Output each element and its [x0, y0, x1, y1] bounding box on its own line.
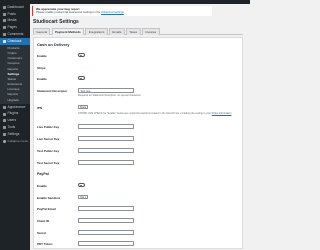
brush-icon — [2, 105, 6, 109]
paypal-secret-label: Secret — [37, 230, 47, 235]
live-secret-key-input[interactable] — [78, 135, 134, 141]
user-icon — [2, 119, 6, 123]
stripe-information-link[interactable]: Stripe Information — [212, 112, 232, 115]
paypal-email-label: PayPal Email — [37, 206, 56, 211]
sidebar-item-comments[interactable]: Comments — [0, 31, 30, 38]
paypal-secret-input[interactable] — [78, 229, 134, 235]
sidebar-item-tools[interactable]: Tools — [0, 124, 30, 131]
test-secret-key-label: Test Secret Key — [37, 160, 60, 165]
stripe-enable-toggle[interactable] — [78, 76, 85, 80]
comment-icon — [2, 33, 6, 37]
collapse-menu-button[interactable]: Collapse menu — [0, 138, 30, 145]
tab-general[interactable]: General — [33, 28, 51, 35]
tab-invoices[interactable]: Invoices — [141, 28, 160, 35]
notice-link[interactable]: Advanced settings — [101, 10, 124, 14]
wrench-icon — [2, 126, 6, 130]
stripe-heading: Stripe — [37, 65, 46, 70]
media-icon — [2, 19, 6, 23]
settings-tabs: General Payment Methods Integrations Ema… — [33, 28, 243, 35]
notice-message: Please enable product list awareness set… — [36, 9, 124, 14]
page-title: Studiocart Settings — [33, 19, 79, 25]
paypal-enable-label: Enable — [37, 183, 47, 188]
paypal-sandbox-select[interactable]: Yes — [78, 194, 88, 200]
statement-descriptor-label: Statement Descriptor — [37, 88, 68, 93]
page-icon — [2, 26, 6, 30]
sidebar-item-plugins[interactable]: Plugins — [0, 111, 30, 118]
paypal-email-input[interactable] — [78, 205, 134, 211]
statement-descriptor-input[interactable]: Test site — [78, 87, 134, 93]
paypal-pdt-token-label: PDT Token — [37, 242, 53, 246]
admin-bar — [0, 0, 250, 4]
test-secret-key-input[interactable] — [78, 159, 134, 165]
admin-sidebar: Dashboard Posts Media Pages Comments Che… — [0, 4, 30, 250]
test-public-key-input[interactable] — [78, 147, 134, 153]
pin-icon — [2, 12, 6, 16]
settings-form: Cash on Delivery Enable Stripe Enable St… — [33, 37, 243, 249]
sidebar-submenu: Products Orders Customers Coupons Report… — [0, 44, 30, 104]
ipn-select[interactable]: Test — [78, 105, 88, 110]
collapse-icon — [2, 139, 6, 143]
sidebar-item-appearance[interactable]: Appearance — [0, 104, 30, 111]
paypal-enable-toggle[interactable] — [78, 183, 85, 187]
paypal-pdt-token-input[interactable] — [78, 241, 134, 246]
sidebar-item-users[interactable]: Users — [0, 117, 30, 124]
cart-icon — [2, 39, 6, 43]
sidebar-item-settings[interactable]: Settings — [0, 131, 30, 138]
live-secret-key-label: Live Secret Key — [37, 136, 60, 141]
tab-taxes[interactable]: Taxes — [125, 28, 141, 35]
test-public-key-label: Test Public Key — [37, 148, 60, 153]
paypal-client-id-input[interactable] — [78, 217, 134, 223]
section-title-paypal: PayPal — [37, 172, 49, 176]
paypal-client-id-label: Client ID — [37, 218, 50, 223]
section-title-cod: Cash on Delivery — [37, 42, 70, 47]
cod-enable-label: Enable — [37, 53, 47, 58]
submenu-item[interactable]: Upgrade — [0, 98, 30, 103]
sidebar-item-posts[interactable]: Posts — [0, 11, 30, 18]
tab-payment-methods[interactable]: Payment Methods — [51, 28, 85, 35]
live-public-key-input[interactable] — [78, 123, 134, 129]
cod-enable-toggle[interactable] — [78, 53, 85, 57]
dashboard-icon — [2, 5, 6, 9]
live-public-key-label: Live Public Key — [37, 124, 60, 129]
sidebar-item-pages[interactable]: Pages — [0, 24, 30, 31]
plug-icon — [2, 112, 6, 116]
sidebar-item-media[interactable]: Media — [0, 18, 30, 25]
sidebar-item-dashboard[interactable]: Dashboard — [0, 4, 30, 11]
ipn-description: STRIPE LIVE CHECK for "Enable" below are… — [78, 111, 232, 115]
ipn-label: IPN — [37, 105, 43, 110]
paypal-sandbox-label: Enable Sandbox — [37, 195, 61, 200]
stripe-enable-label: Enable — [37, 76, 47, 81]
sidebar-item-checkout[interactable]: Checkout — [0, 37, 30, 45]
admin-notice: We appreciate your bug report Please ena… — [32, 6, 212, 16]
tab-emails[interactable]: Emails — [108, 28, 125, 35]
tab-integrations[interactable]: Integrations — [85, 28, 108, 35]
statement-descriptor-description: Required for Statement Descriptor, no sp… — [78, 93, 141, 97]
settings-icon — [2, 132, 6, 136]
